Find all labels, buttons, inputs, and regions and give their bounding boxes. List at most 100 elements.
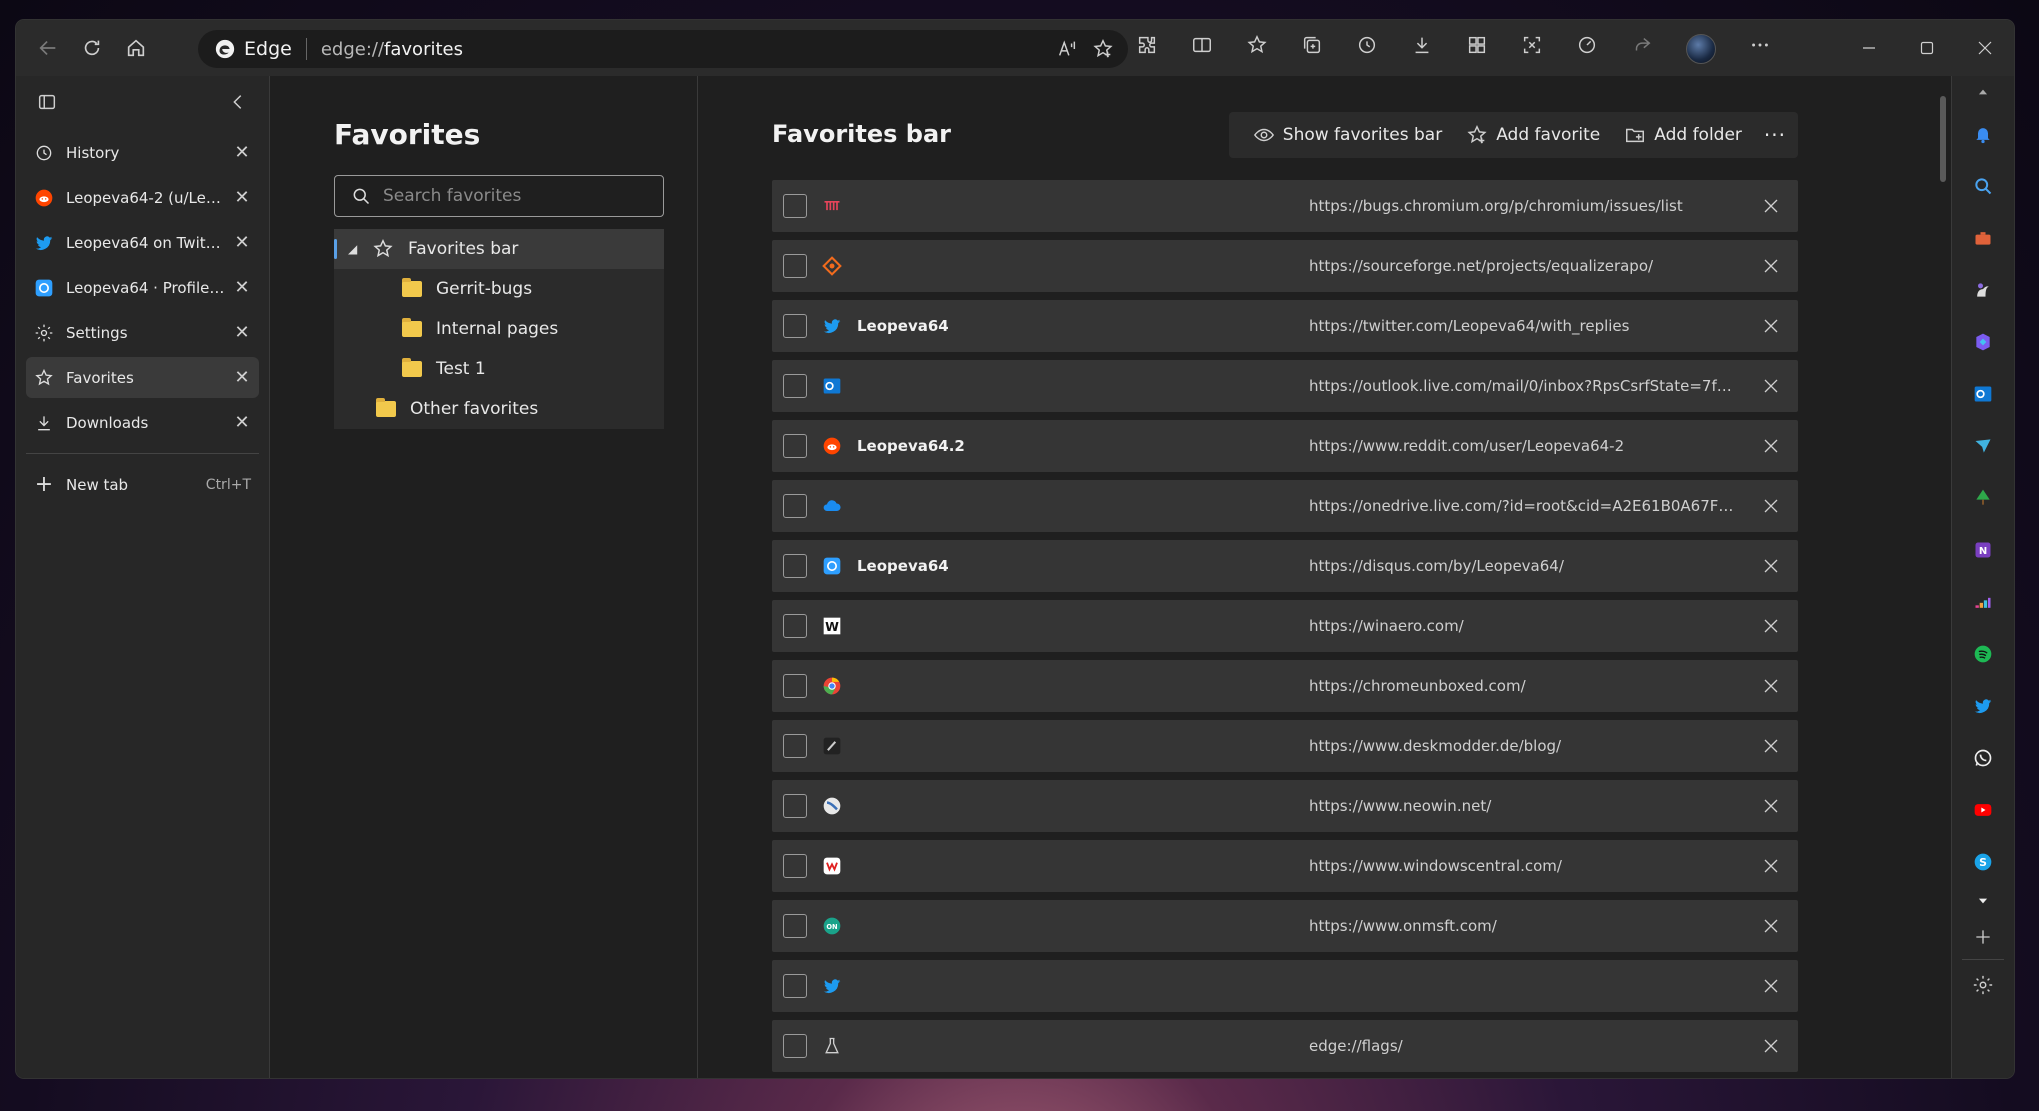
favorite-row[interactable]: Leopeva64.2 https://www.reddit.com/user/… xyxy=(772,420,1798,472)
favorite-row[interactable]: https://www.windowscentral.com/ xyxy=(772,840,1798,892)
favorite-row[interactable]: Leopeva64 https://disqus.com/by/Leopeva6… xyxy=(772,540,1798,592)
favorite-checkbox[interactable] xyxy=(783,914,807,938)
games-icon[interactable] xyxy=(1952,264,2014,316)
search-icon[interactable] xyxy=(1952,160,2014,212)
favorite-checkbox[interactable] xyxy=(783,434,807,458)
performance-icon[interactable] xyxy=(1576,34,1598,56)
delete-favorite-icon[interactable] xyxy=(1760,675,1782,697)
refresh-button[interactable] xyxy=(72,28,112,68)
favorite-checkbox[interactable] xyxy=(783,734,807,758)
add-favorite-button[interactable]: Add favorite xyxy=(1466,124,1600,146)
tab-downloads[interactable]: Downloads ✕ xyxy=(26,402,259,443)
tab-favorites[interactable]: Favorites ✕ xyxy=(26,357,259,398)
close-window-button[interactable] xyxy=(1956,20,2014,76)
favorite-checkbox[interactable] xyxy=(783,794,807,818)
add-favorite-star-icon[interactable] xyxy=(1092,38,1114,60)
delete-favorite-icon[interactable] xyxy=(1760,735,1782,757)
skype-icon[interactable]: S xyxy=(1952,836,2014,888)
delete-favorite-icon[interactable] xyxy=(1760,555,1782,577)
bell-icon[interactable] xyxy=(1952,108,2014,160)
favorite-row[interactable]: Leopeva64 https://twitter.com/Leopeva64/… xyxy=(772,300,1798,352)
favorite-checkbox[interactable] xyxy=(783,194,807,218)
apps-icon[interactable] xyxy=(1466,34,1488,56)
add-folder-button[interactable]: Add folder xyxy=(1624,124,1742,146)
favorite-row[interactable]: https://onedrive.live.com/?id=root&cid=A… xyxy=(772,480,1798,532)
screenshot-icon[interactable] xyxy=(1521,34,1543,56)
scroll-thumb[interactable] xyxy=(1940,96,1946,182)
onenote-icon[interactable]: N xyxy=(1952,524,2014,576)
whatsapp-icon[interactable] xyxy=(1952,732,2014,784)
delete-favorite-icon[interactable] xyxy=(1760,915,1782,937)
minimize-button[interactable] xyxy=(1840,20,1898,76)
collapse-sidebar-icon[interactable] xyxy=(227,91,249,113)
delete-favorite-icon[interactable] xyxy=(1760,615,1782,637)
search-input[interactable] xyxy=(383,186,643,206)
delete-favorite-icon[interactable] xyxy=(1760,255,1782,277)
close-tab-icon[interactable]: ✕ xyxy=(233,142,251,163)
tab-settings[interactable]: Settings ✕ xyxy=(26,312,259,353)
show-favorites-bar-button[interactable]: Show favorites bar xyxy=(1253,124,1442,146)
favorite-row[interactable]: https://www.deskmodder.de/blog/ xyxy=(772,720,1798,772)
more-options-icon[interactable] xyxy=(1749,34,1771,56)
copilot-icon[interactable] xyxy=(1952,316,2014,368)
collections-icon[interactable] xyxy=(1301,34,1323,56)
add-icon[interactable] xyxy=(1962,914,2004,960)
tree-icon[interactable] xyxy=(1952,472,2014,524)
delete-favorite-icon[interactable] xyxy=(1760,375,1782,397)
favorite-checkbox[interactable] xyxy=(783,614,807,638)
downloads-icon[interactable] xyxy=(1411,34,1433,56)
twitter-icon[interactable] xyxy=(1952,680,2014,732)
delete-favorite-icon[interactable] xyxy=(1760,1035,1782,1057)
scrollbar[interactable] xyxy=(1933,76,1951,1078)
chevron-down-icon[interactable] xyxy=(1952,888,2014,914)
chevron-up-icon[interactable] xyxy=(1952,76,2014,108)
favorite-checkbox[interactable] xyxy=(783,854,807,878)
profile-avatar[interactable] xyxy=(1686,34,1716,64)
new-tab-button[interactable]: + New tab Ctrl+T xyxy=(26,464,259,505)
toolbox-icon[interactable] xyxy=(1952,212,2014,264)
outlook-icon[interactable] xyxy=(1952,368,2014,420)
delete-favorite-icon[interactable] xyxy=(1760,315,1782,337)
expand-caret-icon[interactable]: ◢ xyxy=(348,242,362,256)
favorite-row[interactable]: https://chromeunboxed.com/ xyxy=(772,660,1798,712)
favorite-checkbox[interactable] xyxy=(783,974,807,998)
favorite-checkbox[interactable] xyxy=(783,254,807,278)
favorite-checkbox[interactable] xyxy=(783,1034,807,1058)
send-icon[interactable] xyxy=(1952,420,2014,472)
delete-favorite-icon[interactable] xyxy=(1760,975,1782,997)
close-tab-icon[interactable]: ✕ xyxy=(233,232,251,253)
address-bar[interactable]: Edge edge://favorites xyxy=(198,30,1128,68)
share-icon[interactable] xyxy=(1631,34,1653,56)
tree-node-internal-pages[interactable]: Internal pages xyxy=(334,309,664,349)
favorite-row[interactable]: edge://flags/ xyxy=(772,1020,1798,1072)
favorite-row[interactable]: https://outlook.live.com/mail/0/inbox?Rp… xyxy=(772,360,1798,412)
tree-node-other-favorites[interactable]: Other favorites xyxy=(334,389,664,429)
favorite-checkbox[interactable] xyxy=(783,494,807,518)
favorite-checkbox[interactable] xyxy=(783,314,807,338)
favorites-icon[interactable] xyxy=(1246,34,1268,56)
back-button[interactable] xyxy=(28,28,68,68)
delete-favorite-icon[interactable] xyxy=(1760,435,1782,457)
delete-favorite-icon[interactable] xyxy=(1760,855,1782,877)
split-screen-icon[interactable] xyxy=(1191,34,1213,56)
delete-favorite-icon[interactable] xyxy=(1760,795,1782,817)
tree-node-test-1[interactable]: Test 1 xyxy=(334,349,664,389)
delete-favorite-icon[interactable] xyxy=(1760,195,1782,217)
history-icon[interactable] xyxy=(1356,34,1378,56)
close-tab-icon[interactable]: ✕ xyxy=(233,412,251,433)
tab-disqus[interactable]: Leopeva64 · Profile · Disqus ✕ xyxy=(26,267,259,308)
tab-twitter[interactable]: Leopeva64 on Twitter ✕ xyxy=(26,222,259,263)
tab-actions-icon[interactable] xyxy=(36,91,58,113)
more-actions-icon[interactable]: ··· xyxy=(1764,123,1786,147)
tree-node-favorites-bar[interactable]: ◢ Favorites bar xyxy=(334,229,664,269)
tree-node-gerrit-bugs[interactable]: Gerrit-bugs xyxy=(334,269,664,309)
favorite-checkbox[interactable] xyxy=(783,554,807,578)
close-tab-icon[interactable]: ✕ xyxy=(233,322,251,343)
favorite-row[interactable]: https://bugs.chromium.org/p/chromium/iss… xyxy=(772,180,1798,232)
close-tab-icon[interactable]: ✕ xyxy=(233,367,251,388)
youtube-icon[interactable] xyxy=(1952,784,2014,836)
maximize-button[interactable] xyxy=(1898,20,1956,76)
extensions-icon[interactable] xyxy=(1136,34,1158,56)
tab-history[interactable]: History ✕ xyxy=(26,132,259,173)
favorite-row[interactable]: https://sourceforge.net/projects/equaliz… xyxy=(772,240,1798,292)
